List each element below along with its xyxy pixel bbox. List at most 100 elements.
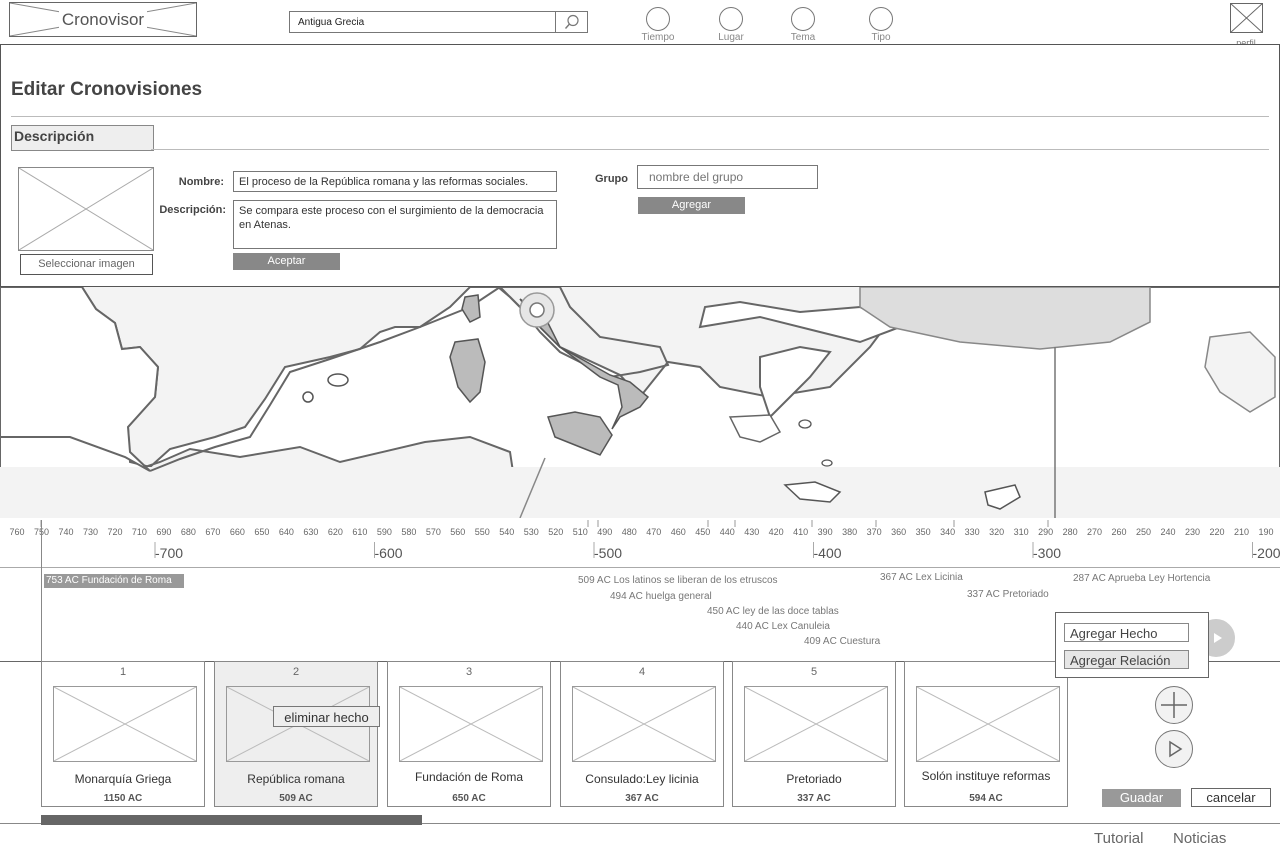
- image-placeholder: [18, 167, 154, 251]
- play-icon: [1169, 740, 1183, 758]
- divider: [0, 567, 1280, 568]
- card-name: Pretoriado: [786, 772, 842, 786]
- search-input[interactable]: [290, 12, 554, 32]
- filter-tipo[interactable]: Tipo: [856, 7, 906, 43]
- map-marker-icon[interactable]: [517, 290, 557, 330]
- logo-text: Cronovisor: [58, 10, 148, 29]
- tick-label: 760: [9, 527, 25, 537]
- timeline-event[interactable]: 440 AC Lex Canuleia: [736, 621, 830, 632]
- tick-label: 550: [474, 527, 490, 537]
- delete-fact-menu-item[interactable]: eliminar hecho: [273, 706, 380, 727]
- card-number: 4: [638, 666, 646, 678]
- location-icon: [719, 7, 743, 31]
- play-icon: [1214, 633, 1222, 643]
- filter-tema[interactable]: Tema: [778, 7, 828, 43]
- tutorial-link[interactable]: Tutorial: [1094, 830, 1143, 847]
- fact-card[interactable]: Solón instituye reformas 594 AC: [904, 661, 1068, 807]
- major-tick-label: -600: [374, 545, 403, 561]
- fact-card[interactable]: 3 Fundación de Roma 650 AC: [387, 661, 551, 807]
- fact-card[interactable]: 1 Monarquía Griega 1150 AC: [41, 661, 205, 807]
- tick-label: 380: [842, 527, 858, 537]
- ruler-ticks: [40, 520, 1253, 558]
- description-field[interactable]: Se compara este proceso con el surgimien…: [233, 200, 557, 249]
- map-shapes: [0, 287, 1280, 518]
- filter-label: Tipo: [871, 32, 891, 43]
- search-icon: [564, 14, 579, 29]
- add-relation-menu-item[interactable]: Agregar Relación: [1064, 650, 1189, 669]
- tick-label: 530: [523, 527, 539, 537]
- add-fact-menu-item[interactable]: Agregar Hecho: [1064, 623, 1189, 642]
- tick-label: 330: [964, 527, 980, 537]
- tick-label: 610: [352, 527, 368, 537]
- tick-label: 560: [450, 527, 466, 537]
- timeline-event[interactable]: 337 AC Pretoriado: [967, 589, 1049, 600]
- edit-panel: Editar Cronovisiones Descripción Selecci…: [0, 44, 1280, 287]
- tick-label: 340: [940, 527, 956, 537]
- fact-card[interactable]: 5 Pretoriado 337 AC: [732, 661, 896, 807]
- card-name: República romana: [247, 772, 345, 786]
- major-tick-label: -300: [1033, 545, 1062, 561]
- selected-event[interactable]: 753 AC Fundación de Roma: [44, 574, 184, 588]
- tick-label: 680: [180, 527, 196, 537]
- timeline-event[interactable]: 367 AC Lex Licinia: [880, 572, 963, 583]
- timeline-cursor[interactable]: [41, 520, 42, 662]
- description-label: Descripción:: [159, 204, 226, 216]
- tick-label: 210: [1233, 527, 1250, 537]
- timeline-event[interactable]: 409 AC Cuestura: [804, 636, 880, 647]
- tick-label: 420: [768, 527, 784, 537]
- save-button[interactable]: Guadar: [1102, 789, 1181, 807]
- card-name: Solón instituye reformas: [921, 769, 1051, 783]
- timeline-event[interactable]: 494 AC huelga general: [610, 591, 712, 602]
- profile-button[interactable]: perfil: [1229, 2, 1263, 48]
- timeline-event[interactable]: 509 AC Los latinos se liberan de los etr…: [578, 575, 778, 586]
- filter-lugar[interactable]: Lugar: [706, 7, 756, 43]
- tab-description[interactable]: Descripción: [11, 125, 154, 151]
- fact-card[interactable]: 4 Consulado:Ley licinia 367 AC: [560, 661, 724, 807]
- select-image-button[interactable]: Seleccionar imagen: [20, 254, 153, 275]
- group-label: Grupo: [595, 173, 628, 185]
- tick-label: 650: [254, 527, 270, 537]
- scrollbar-thumb[interactable]: [41, 815, 422, 825]
- card-image-placeholder: [53, 686, 197, 762]
- map[interactable]: [0, 287, 1280, 518]
- image-placeholder-icon: [916, 686, 1060, 762]
- tick-label: 450: [695, 527, 711, 537]
- avatar-placeholder-icon: [1229, 2, 1263, 34]
- add-group-button[interactable]: Agregar: [638, 197, 745, 214]
- tick-label: 540: [499, 527, 515, 537]
- add-button[interactable]: [1155, 686, 1193, 724]
- image-placeholder-icon: [572, 686, 716, 762]
- tick-label: 640: [278, 527, 294, 537]
- tick-label: 280: [1062, 527, 1078, 537]
- image-placeholder-icon: [53, 686, 197, 762]
- accept-button[interactable]: Aceptar: [233, 253, 340, 270]
- card-name: Consulado:Ley licinia: [585, 772, 699, 786]
- card-name: Fundación de Roma: [414, 770, 524, 784]
- group-name-input[interactable]: [637, 165, 818, 189]
- filter-tiempo[interactable]: Tiempo: [633, 7, 683, 43]
- major-tick-label: -500: [594, 545, 623, 561]
- search-button[interactable]: [555, 12, 587, 32]
- tick-label: 220: [1209, 527, 1225, 537]
- cancel-button[interactable]: cancelar: [1191, 788, 1271, 807]
- card-date: 367 AC: [625, 793, 659, 804]
- logo[interactable]: Cronovisor: [9, 2, 197, 37]
- news-link[interactable]: Noticias: [1173, 830, 1226, 847]
- tick-label: 570: [425, 527, 441, 537]
- tick-label: 410: [793, 527, 809, 537]
- card-image-placeholder: [572, 686, 716, 762]
- tick-label: 490: [597, 527, 613, 537]
- name-field[interactable]: El proceso de la República romana y las …: [233, 171, 557, 192]
- play-button[interactable]: [1155, 730, 1193, 768]
- card-number: 5: [810, 666, 818, 678]
- timeline-ruler[interactable]: 760 750 740 730 720 710 690 680 670 660 650 640 630 6…: [0, 518, 1280, 568]
- card-image-placeholder: [916, 686, 1060, 762]
- tick-label: 720: [107, 527, 123, 537]
- tick-label: 390: [817, 527, 833, 537]
- timeline-event[interactable]: 287 AC Aprueba Ley Hortencia: [1073, 573, 1210, 584]
- fact-card[interactable]: 2 República romana 509 AC: [214, 661, 378, 807]
- tick-label: 290: [1038, 527, 1054, 537]
- card-date: 1150 AC: [103, 793, 143, 804]
- timeline-event[interactable]: 450 AC ley de las doce tablas: [707, 606, 839, 617]
- filter-label: Tema: [790, 32, 816, 43]
